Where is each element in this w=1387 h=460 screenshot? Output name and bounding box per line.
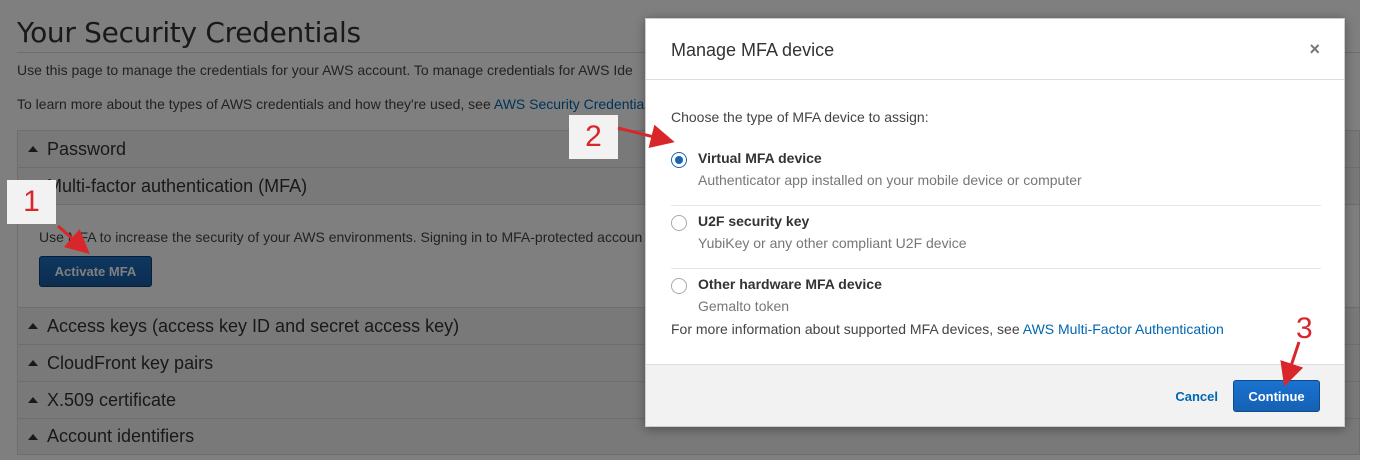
choose-device-label: Choose the type of MFA device to assign: [671, 109, 929, 125]
radio-u2f-key[interactable] [671, 215, 687, 231]
option-label: U2F security key [698, 213, 810, 229]
dialog-footer: Cancel Continue [646, 364, 1344, 426]
manage-mfa-dialog: Manage MFA device × Choose the type of M… [645, 18, 1345, 427]
radio-virtual-mfa[interactable] [671, 152, 687, 168]
continue-button[interactable]: Continue [1233, 380, 1320, 412]
option-label: Other hardware MFA device [698, 276, 882, 292]
option-description: YubiKey or any other compliant U2F devic… [698, 235, 967, 251]
option-description: Gemalto token [698, 298, 790, 314]
mfa-docs-link[interactable]: AWS Multi-Factor Authentication [1023, 321, 1224, 337]
close-icon[interactable]: × [1309, 39, 1320, 60]
option-u2f-key[interactable]: U2F security key YubiKey or any other co… [671, 204, 1321, 267]
dialog-body: Choose the type of MFA device to assign:… [646, 80, 1344, 365]
option-virtual-mfa[interactable]: Virtual MFA device Authenticator app ins… [671, 141, 1321, 204]
dialog-header: Manage MFA device × [646, 19, 1344, 80]
option-label: Virtual MFA device [698, 150, 822, 166]
step-2-callout: 2 [569, 115, 618, 159]
radio-hardware-mfa[interactable] [671, 278, 687, 294]
dialog-title: Manage MFA device [671, 40, 835, 60]
more-info-prefix: For more information about supported MFA… [671, 321, 1023, 337]
step-1-callout: 1 [7, 180, 56, 224]
option-description: Authenticator app installed on your mobi… [698, 172, 1082, 188]
more-info-text: For more information about supported MFA… [671, 321, 1224, 337]
cancel-button[interactable]: Cancel [1175, 389, 1218, 404]
step-3-callout: 3 [1296, 312, 1313, 345]
